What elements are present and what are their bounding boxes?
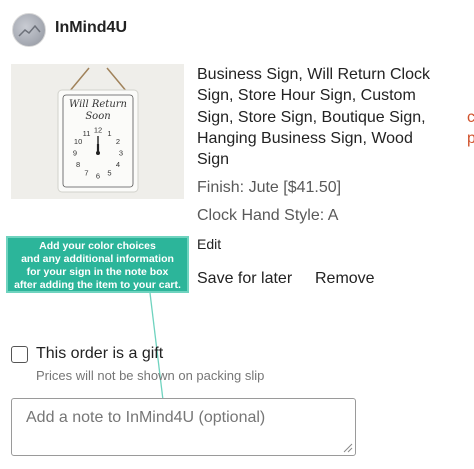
clock-number: 6 [96,172,100,181]
shop-avatar-graphic [18,24,41,37]
clock-number: 10 [74,137,82,146]
clock-number: 4 [116,160,120,169]
callout-line: and any additional information [21,253,174,265]
note-input[interactable] [11,398,356,456]
callout-line: after adding the item to your cart. [14,279,181,291]
clock-number: 8 [76,160,80,169]
listing-title-line: Business Sign, Will Return Clock [197,66,430,83]
callout-line: Add your color choices [39,240,156,252]
gift-label[interactable]: This order is a gift [36,345,163,363]
clock-number: 5 [107,169,111,178]
listing-title-line: Hanging Business Sign, Wood [197,129,413,147]
sign-text-line-1: Will Return [69,99,127,110]
product-image-graphic: Will Return Soon 12 12 3 45678 9 1011 [57,67,139,193]
resize-grip-icon[interactable] [343,443,353,453]
listing-title-line: Sign [197,151,230,169]
gift-checkbox[interactable] [11,346,28,363]
remove-button[interactable]: Remove [315,270,375,288]
avatar-mark [18,24,41,37]
listing-title-line: Sign, Store Hour Sign, Custom [197,87,416,105]
clock-number: 12 [94,126,102,135]
callout-annotation: Add your color choices and any additiona… [6,236,189,293]
shop-avatar[interactable] [12,13,46,47]
clock-number: 7 [84,169,88,178]
variation-clock-hand: Clock Hand Style: A [197,207,339,224]
clock-number: 11 [83,129,91,138]
product-image[interactable]: Will Return Soon 12 1 2 3 4 5 6 7 8 9 10 11 [11,64,184,199]
hanging-string-right [106,67,128,93]
listing-title[interactable]: Business Sign, Will Return Clock Sign, S… [197,64,452,170]
clock-number: 9 [73,149,77,158]
hanging-string-left [68,67,90,93]
sign-text-line-2: Soon [85,111,110,122]
gift-note: Prices will not be shown on packing slip [36,368,265,383]
callout-line: for your sign in the note box [26,266,169,278]
variation-finish: Finish: Jute [$41.50] [197,179,342,196]
save-for-later-button[interactable]: Save for later [197,270,292,288]
clock-number: 2 [116,137,120,146]
listing-title-line: Sign, Store Sign, Boutique Sign, [197,108,426,126]
clock-number: 3 [119,149,123,158]
edit-link[interactable]: Edit [197,236,221,252]
shop-name[interactable]: InMind4U [55,19,127,37]
clock-center [96,151,100,155]
cut-off-text: c [467,109,474,126]
clock-number: 1 [107,129,111,138]
cut-off-text: p [467,130,474,147]
